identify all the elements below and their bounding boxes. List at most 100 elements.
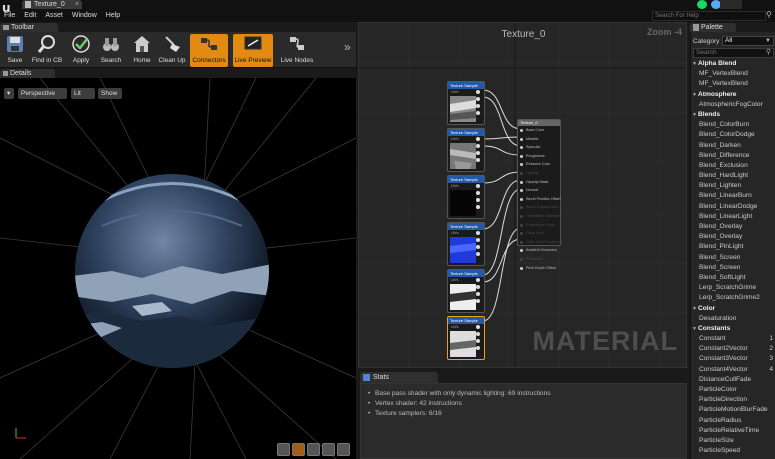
material-pin[interactable]: Normal	[518, 186, 560, 195]
palette-item[interactable]: Blend_Difference	[691, 151, 775, 161]
palette-item[interactable]: Blend_Screen	[691, 263, 775, 273]
palette-item[interactable]: Blend_Overlay	[691, 232, 775, 242]
palette-item[interactable]: Lerp_ScratchGrime2	[691, 293, 775, 303]
palette-item[interactable]: Blend_Exclusion	[691, 161, 775, 171]
search-icon[interactable]: ⚲	[766, 10, 772, 19]
palette-item[interactable]: ParticleColor	[691, 385, 775, 395]
texture-sample-node[interactable]: Texture Sample UVs	[447, 269, 485, 313]
category-select[interactable]: All ▼	[722, 36, 774, 46]
palette-item[interactable]: DistanceCullFade	[691, 375, 775, 385]
preview-viewport[interactable]: ▾ Perspective Lit Show	[0, 78, 356, 459]
teapot-preview-icon[interactable]	[337, 443, 350, 456]
palette-item[interactable]: Blend_HardLight	[691, 171, 775, 181]
perspective-button[interactable]: Perspective	[18, 88, 67, 99]
palette-item[interactable]: ParticleRadius	[691, 416, 775, 426]
material-pin[interactable]: World Position Offset	[518, 195, 561, 204]
live-nodes-button[interactable]: Live Nodes	[278, 34, 316, 67]
viewport-options-chevron-down-icon[interactable]: ▾	[4, 88, 14, 99]
material-result-node[interactable]: Texture_0 Base Color Metallic Specular R…	[517, 119, 563, 270]
search-button[interactable]: Search	[97, 34, 125, 67]
menu-file[interactable]: File	[4, 11, 15, 21]
material-pin[interactable]: Opacity Mask	[518, 178, 560, 187]
palette-item[interactable]: Desaturation	[691, 314, 775, 324]
texture-sample-node-selected[interactable]: Texture Sample UVs	[447, 316, 485, 360]
output-pins[interactable]	[476, 137, 482, 165]
output-pins[interactable]	[476, 325, 482, 353]
toolbar-tab[interactable]: Toolbar	[0, 23, 58, 32]
palette-item[interactable]: Blend_Overlay	[691, 222, 775, 232]
palette-item[interactable]: Lerp_ScratchGrime	[691, 283, 775, 293]
material-pin[interactable]: Clear Coat Roughness	[518, 238, 563, 247]
material-pin[interactable]: Subsurface Color	[518, 221, 560, 230]
texture-sample-node[interactable]: Texture Sample UVs	[447, 128, 485, 172]
cube-preview-icon[interactable]	[322, 443, 335, 456]
sphere-preview-icon[interactable]	[292, 443, 305, 456]
material-pin[interactable]: Roughness	[518, 152, 560, 161]
save-button[interactable]: Save	[2, 34, 28, 67]
find-in-cb-button[interactable]: Find in CB	[30, 34, 64, 67]
connectors-button[interactable]: Connectors	[190, 34, 228, 67]
minimize-button[interactable]	[720, 0, 742, 9]
material-pin[interactable]: Pixel Depth Offset	[518, 264, 560, 273]
plane-preview-icon[interactable]	[307, 443, 320, 456]
palette-category[interactable]: ▼Atmosphere	[691, 90, 775, 100]
palette-search-input[interactable]: Search ⚲	[693, 48, 774, 58]
palette-category[interactable]: ▼Color	[691, 304, 775, 314]
palette-item[interactable]: Blend_ColorDodge	[691, 130, 775, 140]
palette-item[interactable]: Blend_SoftLight	[691, 273, 775, 283]
document-tab[interactable]: Texture_0 ×	[22, 0, 82, 9]
palette-item[interactable]: ParticleMotionBlurFade	[691, 405, 775, 415]
palette-item[interactable]: MF_VertexBlend	[691, 79, 775, 89]
details-tab[interactable]: Details	[0, 69, 55, 78]
palette-item[interactable]: Blend_LinearLight	[691, 212, 775, 222]
output-pins[interactable]	[476, 184, 482, 212]
texture-sample-node[interactable]: Texture Sample UVs	[447, 81, 485, 125]
palette-item[interactable]: ParticleSpeed	[691, 446, 775, 456]
clean-up-button[interactable]: Clean Up	[157, 34, 187, 67]
material-pin[interactable]: Base Color	[518, 126, 560, 135]
palette-item[interactable]: AtmosphericFogColor	[691, 100, 775, 110]
material-pin[interactable]: Refraction	[518, 255, 560, 264]
palette-item[interactable]: Blend_Darken	[691, 141, 775, 151]
palette-item[interactable]: MF_VertexBlend	[691, 69, 775, 79]
material-pin[interactable]: Emissive Color	[518, 160, 560, 169]
palette-item[interactable]: Constant2Vector 2	[691, 344, 775, 354]
menu-window[interactable]: Window	[72, 11, 97, 21]
palette-tab[interactable]: Palette	[690, 23, 736, 32]
live-preview-button[interactable]: Live Preview	[233, 34, 273, 67]
palette-item[interactable]: Blend_Screen	[691, 253, 775, 263]
palette-item[interactable]: Blend_ColorBurn	[691, 120, 775, 130]
apply-button[interactable]: Apply	[68, 34, 94, 67]
menu-asset[interactable]: Asset	[45, 11, 63, 21]
palette-category[interactable]: ▼Constants	[691, 324, 775, 334]
palette-item[interactable]: Constant3Vector 3	[691, 354, 775, 364]
palette-category[interactable]: ▼Alpha Blend	[691, 59, 775, 69]
palette-item[interactable]: ParticleSize	[691, 436, 775, 446]
stats-tab[interactable]: Stats	[360, 372, 438, 383]
material-pin[interactable]: Metallic	[518, 135, 560, 144]
texture-sample-node[interactable]: Texture Sample UVs	[447, 222, 485, 266]
menu-help[interactable]: Help	[106, 11, 120, 21]
search-help-input[interactable]: Search For Help	[652, 11, 766, 21]
output-pins[interactable]	[476, 231, 482, 259]
material-pin[interactable]: Ambient Occlusion	[518, 246, 560, 255]
show-button[interactable]: Show	[98, 88, 122, 99]
material-pin[interactable]: Clear Coat	[518, 229, 560, 238]
home-button[interactable]: Home	[129, 34, 155, 67]
palette-item[interactable]: Constant4Vector 4	[691, 365, 775, 375]
cylinder-preview-icon[interactable]	[277, 443, 290, 456]
palette-item[interactable]: ParticleRelativeTime	[691, 426, 775, 436]
output-pins[interactable]	[476, 278, 482, 306]
close-icon[interactable]: ×	[75, 0, 79, 9]
material-pin[interactable]: Opacity	[518, 169, 560, 178]
palette-item[interactable]: Blend_LinearDodge	[691, 202, 775, 212]
menu-edit[interactable]: Edit	[24, 11, 36, 21]
palette-category[interactable]: ▼Blends	[691, 110, 775, 120]
palette-item[interactable]: Blend_Lighten	[691, 181, 775, 191]
material-pin[interactable]: Specular	[518, 143, 560, 152]
material-pin[interactable]: World Displacement	[518, 203, 560, 212]
output-pins[interactable]	[476, 90, 482, 118]
palette-item[interactable]: Blend_LinearBurn	[691, 191, 775, 201]
material-pin[interactable]: Tessellation Multiplier	[518, 212, 561, 221]
lit-button[interactable]: Lit	[71, 88, 95, 99]
